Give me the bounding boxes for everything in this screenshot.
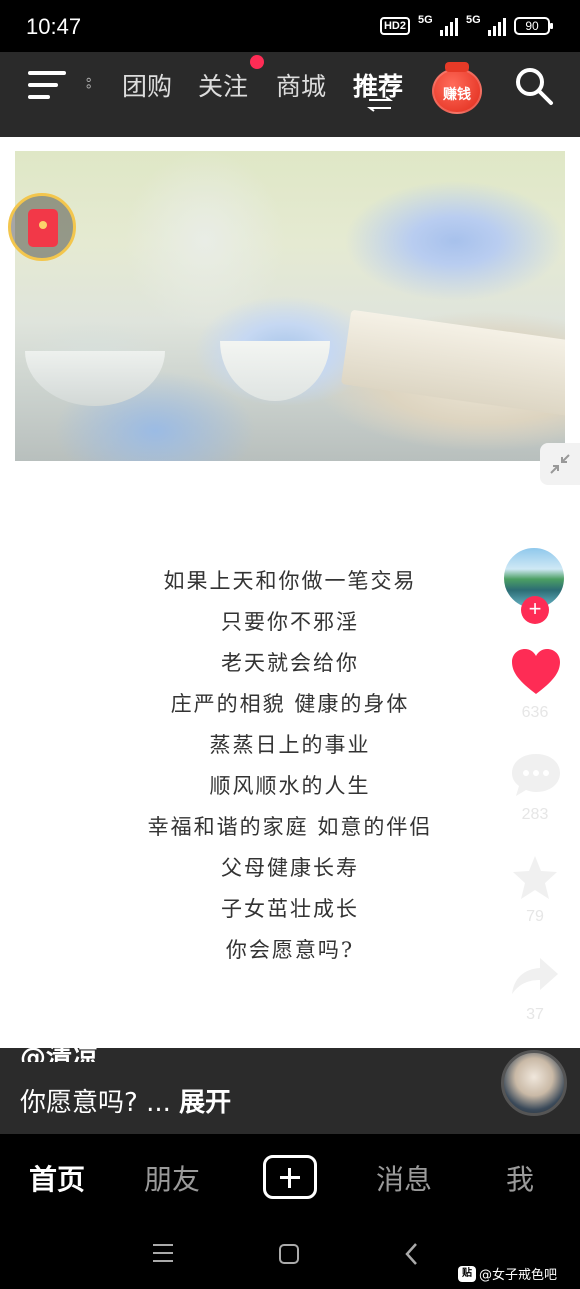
tab-group-buy[interactable]: 团购 (122, 67, 172, 103)
status-bar: 10:47 HD2 5G 5G 90 (0, 0, 580, 52)
video-content[interactable]: 如果上天和你做一笔交易 只要你不邪淫 老天就会给你 庄严的相貌 健康的身体 蒸蒸… (0, 137, 580, 1048)
nav-messages[interactable]: 消息 (376, 1158, 432, 1198)
comment-count: 283 (521, 806, 549, 823)
swap-icon[interactable] (366, 96, 394, 112)
nav-home[interactable]: 首页 (29, 1158, 85, 1198)
share-count: 37 (526, 1006, 544, 1023)
poem-line: 庄严的相貌 健康的身体 (170, 692, 410, 716)
description-text: 你愿意吗? ... (20, 1088, 171, 1118)
watermark-text: @女子戒色吧 (479, 1268, 558, 1283)
earn-money-button[interactable]: 赚钱 (432, 62, 482, 114)
favorite-star-icon[interactable] (510, 854, 560, 902)
notification-dot (250, 55, 264, 69)
author-name[interactable]: @清凉 (20, 1038, 98, 1062)
signal-icon-1: 5G (418, 14, 458, 36)
poem-line: 顺风顺水的人生 (209, 774, 371, 798)
poem-line: 蒸蒸日上的事业 (209, 733, 371, 757)
poem-line: 子女茁壮成长 (221, 897, 359, 921)
poem-line: 老天就会给你 (221, 651, 359, 675)
status-icons: HD2 5G 5G 90 (379, 14, 553, 36)
comment-icon[interactable] (510, 752, 562, 798)
collapse-arrows-icon (550, 454, 570, 474)
back-icon[interactable] (404, 1242, 418, 1266)
favorite-count: 79 (526, 908, 544, 925)
fullscreen-button[interactable] (540, 443, 580, 485)
create-button[interactable] (263, 1155, 317, 1199)
top-nav: ⦂ 团购 关注 商城 推荐 赚钱 (0, 52, 580, 137)
red-packet-button[interactable] (8, 193, 76, 261)
poem-line: 父母健康长寿 (221, 856, 359, 880)
hd-icon: HD2 (379, 17, 410, 35)
follow-button[interactable]: + (521, 596, 549, 624)
watermark: 贴 @女子戒色吧 (458, 1264, 557, 1283)
share-arrow-icon[interactable] (510, 956, 560, 998)
poem-line: 如果上天和你做一笔交易 (163, 569, 417, 593)
poem-line: 你会愿意吗? (225, 938, 355, 962)
red-envelope-icon (28, 209, 58, 247)
live-icon[interactable]: ⦂ (86, 72, 91, 93)
tab-mall[interactable]: 商城 (276, 67, 326, 103)
bottom-nav: 首页 朋友 消息 我 (0, 1134, 580, 1224)
recents-icon[interactable] (153, 1244, 173, 1262)
like-heart-icon[interactable] (510, 648, 562, 696)
poem-line: 幸福和谐的家庭 如意的伴侣 (147, 815, 433, 839)
search-icon[interactable] (514, 66, 554, 106)
expand-link[interactable]: 展开 (179, 1088, 231, 1118)
battery-icon: 90 (514, 17, 553, 35)
home-icon[interactable] (279, 1244, 299, 1264)
video-caption: @清凉 你愿意吗? ... 展开 (0, 1043, 580, 1134)
tieba-logo-icon: 贴 (458, 1265, 476, 1282)
menu-icon[interactable] (28, 68, 68, 102)
like-count: 636 (521, 704, 549, 721)
tab-following[interactable]: 关注 (198, 67, 248, 103)
status-time: 10:47 (26, 14, 82, 39)
poem-line: 只要你不邪淫 (221, 610, 359, 634)
nav-me[interactable]: 我 (506, 1158, 534, 1198)
nav-friends[interactable]: 朋友 (144, 1158, 200, 1198)
music-disc[interactable] (501, 1050, 567, 1116)
signal-icon-2: 5G (466, 14, 506, 36)
description: 你愿意吗? ... 展开 (20, 1082, 231, 1119)
flower-teacup-image (15, 151, 565, 461)
